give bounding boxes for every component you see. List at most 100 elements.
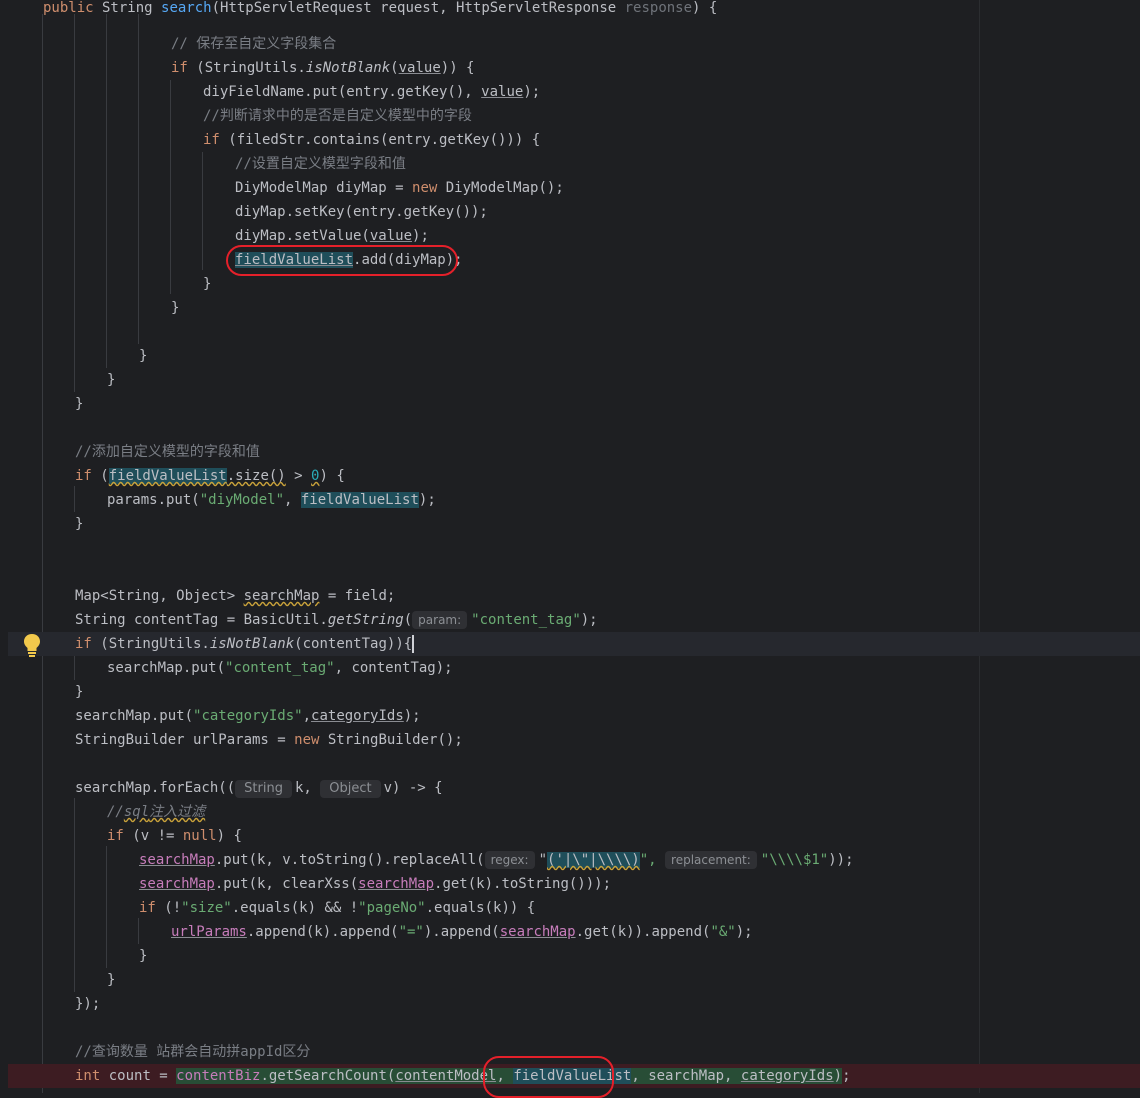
code-token: }: [75, 516, 84, 532]
code-token: (!: [155, 900, 182, 916]
code-token: ;: [842, 1068, 851, 1084]
code-line[interactable]: }: [8, 512, 1140, 536]
code-line[interactable]: StringBuilder urlParams = new StringBuil…: [8, 728, 1140, 752]
code-line-content: //添加自定义模型的字段和值: [75, 440, 260, 464]
lightbulb-icon[interactable]: [22, 632, 42, 658]
code-token: (StringUtils.: [187, 60, 306, 76]
code-line[interactable]: }: [8, 968, 1140, 992]
code-token: getString: [327, 612, 404, 628]
code-token: searchMap.put(: [75, 708, 194, 724]
code-line[interactable]: diyMap.setKey(entry.getKey());: [8, 200, 1140, 224]
code-line[interactable]: Map<String, Object> searchMap = field;: [8, 584, 1140, 608]
code-line[interactable]: }: [8, 392, 1140, 416]
code-token: "categoryIds": [193, 708, 303, 724]
code-token: }: [107, 372, 116, 388]
code-editor[interactable]: public String search(HttpServletRequest …: [8, 0, 1140, 1093]
code-token: }: [107, 972, 116, 988]
code-line-content: //设置自定义模型字段和值: [235, 152, 406, 176]
code-token: StringBuilder();: [319, 732, 463, 748]
code-token: .put(k, clearXss(: [214, 876, 359, 892]
code-line[interactable]: searchMap.put(k, clearXss(searchMap.get(…: [8, 872, 1140, 896]
code-token: isNotBlank: [209, 636, 295, 652]
code-line-content: }: [75, 680, 83, 704]
code-line[interactable]: }: [8, 272, 1140, 296]
code-token: if: [203, 132, 220, 148]
code-line[interactable]: }: [8, 680, 1140, 704]
code-token: );: [523, 84, 541, 100]
code-token: categoryIds: [740, 1068, 834, 1084]
code-token: if: [75, 636, 92, 652]
code-line[interactable]: diyMap.setValue(value);: [8, 224, 1140, 248]
code-line[interactable]: }: [8, 368, 1140, 392]
code-line[interactable]: //设置自定义模型字段和值: [8, 152, 1140, 176]
code-line[interactable]: DiyModelMap diyMap = new DiyModelMap();: [8, 176, 1140, 200]
code-line[interactable]: }: [8, 344, 1140, 368]
code-token: StringBuilder urlParams =: [75, 732, 295, 748]
code-line[interactable]: searchMap.put("content_tag", contentTag)…: [8, 656, 1140, 680]
code-line[interactable]: if (!"size".equals(k) && !"pageNo".equal…: [8, 896, 1140, 920]
code-token: ,: [284, 492, 301, 508]
code-line[interactable]: }: [8, 944, 1140, 968]
text-caret: [412, 635, 415, 653]
code-token: "pageNo": [358, 900, 426, 916]
code-token: .size(): [226, 468, 286, 484]
code-line-content: }: [171, 296, 179, 320]
code-line[interactable]: if (v != null) {: [8, 824, 1140, 848]
code-line[interactable]: urlParams.append(k).append("=").append(s…: [8, 920, 1140, 944]
code-line[interactable]: searchMap.put(k, v.toString().replaceAll…: [8, 848, 1140, 872]
code-line[interactable]: diyFieldName.put(entry.getKey(), value);: [8, 80, 1140, 104]
code-line[interactable]: if (StringUtils.isNotBlank(value)) {: [8, 56, 1140, 80]
code-line-content: }: [139, 944, 147, 968]
code-line[interactable]: }: [8, 296, 1140, 320]
code-line-content: StringBuilder urlParams = new StringBuil…: [75, 728, 463, 752]
code-line-content: }: [75, 392, 83, 416]
code-token: categoryIds: [311, 708, 404, 724]
code-token: });: [75, 996, 101, 1012]
code-token: diyFieldName.put(entry.getKey(),: [203, 84, 482, 100]
code-line[interactable]: searchMap.forEach((String k, Object v) -> …: [8, 776, 1140, 800]
code-line-content: searchMap.put(k, v.toString().replaceAll…: [139, 848, 854, 872]
code-line[interactable]: //判断请求中的是否是自定义模型中的字段: [8, 104, 1140, 128]
code-line[interactable]: public String search(HttpServletRequest …: [8, 0, 1140, 20]
inlay-hint: String: [235, 780, 292, 798]
code-line-content: if (StringUtils.isNotBlank(value)) {: [171, 56, 474, 80]
code-token: (v !=: [123, 828, 183, 844]
code-line[interactable]: String contentTag = BasicUtil.getString(…: [8, 608, 1140, 632]
code-token: }: [171, 300, 180, 316]
code-token: ) {: [692, 0, 718, 16]
code-line[interactable]: if (filedStr.contains(entry.getKey())) {: [8, 128, 1140, 152]
code-token: diyMap.setValue(: [235, 228, 370, 244]
code-line[interactable]: // 保存至自定义字段集合: [8, 32, 1140, 56]
code-token: "content_tag": [225, 660, 335, 676]
inlay-hint: param:: [412, 611, 468, 629]
code-token: new: [412, 180, 438, 196]
code-token: params.put(: [107, 492, 200, 508]
code-line-content: if (fieldValueList.size() > 0) {: [75, 464, 345, 488]
code-line[interactable]: });: [8, 992, 1140, 1016]
code-line-content: //sql注入过滤: [107, 800, 205, 824]
highlight-circle-fieldvaluelist: [483, 1056, 614, 1098]
code-line[interactable]: params.put("diyModel", fieldValueList);: [8, 488, 1140, 512]
code-token: );: [418, 492, 436, 508]
editor-gutter: [0, 0, 8, 1093]
code-token: "diyModel": [199, 492, 285, 508]
code-line[interactable]: //添加自定义模型的字段和值: [8, 440, 1140, 464]
code-line-content: params.put("diyModel", fieldValueList);: [107, 488, 436, 512]
code-token: //查询数量 站群会自动拼appId区分: [75, 1044, 311, 1060]
code-line-content: Map<String, Object> searchMap = field;: [75, 584, 395, 608]
code-token: ) {: [216, 828, 242, 844]
code-line[interactable]: //sql注入过滤: [8, 800, 1140, 824]
code-line[interactable]: searchMap.put("categoryIds",categoryIds)…: [8, 704, 1140, 728]
code-line[interactable]: if (fieldValueList.size() > 0) {: [8, 464, 1140, 488]
code-line[interactable]: fieldValueList.add(diyMap);: [8, 248, 1140, 272]
code-line-content: //判断请求中的是否是自定义模型中的字段: [203, 104, 472, 128]
code-line[interactable]: if (StringUtils.isNotBlank(contentTag)){: [8, 632, 1140, 656]
code-token: value: [369, 228, 413, 244]
code-token: );: [580, 612, 598, 628]
code-line-content: if (filedStr.contains(entry.getKey())) {: [203, 128, 540, 152]
inlay-hint: replacement:: [665, 851, 757, 869]
code-token: }: [203, 276, 212, 292]
code-token: 注入过滤: [149, 804, 206, 820]
code-line-content: searchMap.put(k, clearXss(searchMap.get(…: [139, 872, 611, 896]
code-line-content: int count = contentBiz.getSearchCount(co…: [75, 1064, 851, 1088]
